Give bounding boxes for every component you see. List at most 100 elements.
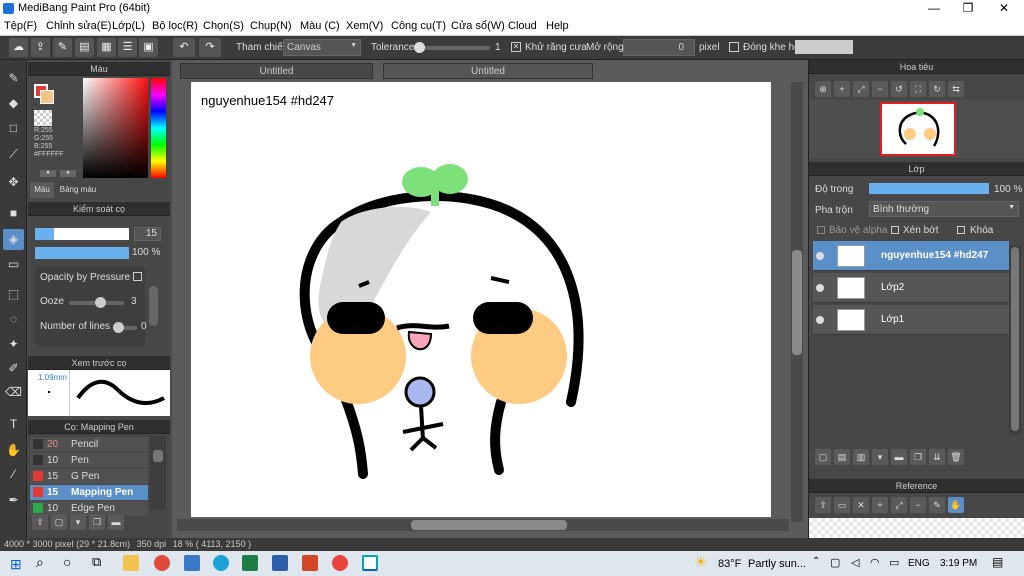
task-view-icon[interactable]: ⧉ [92, 554, 101, 570]
layer-folder-icon[interactable]: ▬ [891, 449, 907, 465]
brush-cloud-icon[interactable]: ⇧ [32, 514, 48, 530]
cortana-icon[interactable]: ○ [63, 554, 71, 570]
language-indicator[interactable]: ENG [908, 558, 930, 569]
brush-list-item[interactable]: 20 Pencil [30, 437, 148, 452]
grid-icon[interactable]: ▦ [97, 38, 116, 57]
zoom-out-icon[interactable]: − [872, 81, 888, 97]
menu-cloud[interactable]: Cloud [508, 20, 537, 32]
select-eraser-tool-icon[interactable]: ⌫ [3, 382, 24, 403]
zoom-actual-icon[interactable]: ⤢ [853, 81, 869, 97]
antialias-checkbox[interactable]: ✕ [511, 42, 521, 52]
fill-rect-tool-icon[interactable]: ■ [3, 203, 24, 224]
tab-color[interactable]: Màu [30, 182, 54, 198]
file-explorer-icon[interactable] [123, 555, 139, 571]
brush-list-item[interactable]: 15 G Pen [30, 469, 148, 484]
notification-icon[interactable]: ▤ [992, 555, 1003, 569]
pen-tool-icon[interactable]: ✒ [3, 490, 24, 511]
brush-list-scrollbar[interactable] [150, 436, 166, 510]
delete-layer-icon[interactable]: 🗑 [948, 449, 964, 465]
tolerance-slider[interactable] [414, 42, 490, 53]
brush-size-value[interactable]: 15 [134, 227, 161, 241]
reference-eyedropper-icon[interactable]: ✎ [929, 497, 945, 513]
menu-tools[interactable]: Công cụ(T) [391, 20, 446, 32]
menu-file[interactable]: Tệp(F) [4, 20, 37, 32]
transparent-swatch[interactable] [34, 110, 52, 126]
new-layer-icon[interactable]: ▢ [815, 449, 831, 465]
menu-edit[interactable]: Chỉnh sửa(E) [46, 20, 111, 32]
ooze-slider[interactable] [69, 297, 124, 308]
lock-checkbox[interactable] [957, 226, 965, 234]
gap-checkbox[interactable] [729, 42, 739, 52]
saturation-value-picker[interactable] [83, 78, 148, 178]
brush-list-item[interactable]: 15 Mapping Pen [30, 485, 148, 500]
start-icon[interactable]: ⊞ [10, 556, 22, 573]
volume-icon[interactable]: ◁ [851, 556, 859, 569]
menu-view[interactable]: Xem(V) [346, 20, 383, 32]
vertical-scroll-thumb[interactable] [792, 250, 802, 355]
canvas-paper[interactable]: nguyenhue154 #hd247 [191, 82, 771, 517]
share-icon[interactable]: ⇪ [31, 38, 50, 57]
layer-opacity-bar[interactable] [869, 183, 989, 194]
rotate-right-icon[interactable]: ↻ [929, 81, 945, 97]
eye-icon[interactable] [816, 316, 824, 324]
reference-hand-icon[interactable]: ✋ [948, 497, 964, 513]
lines-slider[interactable] [113, 322, 137, 333]
powerpoint-icon[interactable] [302, 555, 318, 571]
brush-opacity-bar[interactable] [35, 247, 129, 259]
add-layer-menu-icon[interactable]: ▾ [872, 449, 888, 465]
layer-row[interactable]: Lớp1 [813, 305, 1009, 335]
eye-icon[interactable] [816, 284, 824, 292]
tray-up-icon[interactable]: ⌃ [812, 556, 820, 567]
network-icon[interactable]: ▢ [830, 556, 840, 569]
edge-icon[interactable] [213, 555, 229, 571]
eyedropper-icon[interactable]: ● [60, 170, 76, 177]
rotate-left-icon[interactable]: ↺ [891, 81, 907, 97]
bucket-tool-icon[interactable]: ◈ [3, 229, 24, 250]
comment-icon[interactable]: ✎ [53, 38, 72, 57]
merge-layer-icon[interactable]: ⇊ [929, 449, 945, 465]
flip-icon[interactable]: ⇆ [948, 81, 964, 97]
rectangle-tool-icon[interactable]: □ [3, 118, 24, 139]
brush-tool-icon[interactable]: ✎ [3, 68, 24, 89]
gradient-tool-icon[interactable]: ▭ [3, 254, 24, 275]
close-button[interactable]: ✕ [986, 0, 1022, 17]
reference-fit-icon[interactable]: ⤢ [891, 497, 907, 513]
cloud-icon[interactable]: ☁ [9, 38, 28, 57]
monitor-icon[interactable] [184, 555, 200, 571]
navigator-preview[interactable] [809, 100, 1024, 158]
brush-add-icon[interactable]: ▾ [70, 514, 86, 530]
text-tool-icon[interactable]: T [3, 414, 24, 435]
duplicate-layer-icon[interactable]: ❐ [910, 449, 926, 465]
select-pen-tool-icon[interactable]: ✐ [3, 358, 24, 379]
fit-screen-icon[interactable]: ⛶ [910, 81, 926, 97]
hue-slider[interactable] [151, 78, 166, 178]
layer-list-scrollbar[interactable] [1009, 245, 1021, 435]
lines-slider-handle[interactable] [113, 322, 124, 333]
menu-help[interactable]: Help [546, 20, 569, 32]
select-tool-icon[interactable]: ⬚ [3, 284, 24, 305]
reference-close-icon[interactable]: ✕ [853, 497, 869, 513]
sub-color-swatch[interactable] [40, 90, 54, 104]
hand-tool-icon[interactable]: ✋ [3, 440, 24, 461]
reference-zoom-in-icon[interactable]: + [872, 497, 888, 513]
maximize-button[interactable]: ❐ [950, 0, 986, 17]
expand-input[interactable]: 0 [623, 39, 695, 56]
menu-layer[interactable]: Lớp(L) [112, 20, 145, 32]
vertical-scrollbar[interactable] [791, 82, 803, 522]
brush-list-item[interactable]: 10 Pen [30, 453, 148, 468]
menu-filter[interactable]: Bộ lọc(R) [152, 20, 198, 32]
brush-copy-icon[interactable]: ❐ [89, 514, 105, 530]
list-icon[interactable]: ☰ [118, 38, 137, 57]
redo-icon[interactable]: ↷ [199, 38, 221, 57]
eye-icon[interactable] [816, 252, 824, 260]
menu-window[interactable]: Cửa sổ(W) [451, 20, 505, 32]
menu-select[interactable]: Chọn(S) [203, 20, 244, 32]
reference-upload-icon[interactable]: ⇧ [815, 497, 831, 513]
tab-palette[interactable]: Bảng màu [56, 182, 100, 198]
brush-list-scroll-thumb[interactable] [153, 450, 163, 462]
magic-wand-tool-icon[interactable]: ✦ [3, 334, 24, 355]
wifi-icon[interactable]: ◠ [870, 556, 880, 569]
protect-alpha-checkbox[interactable] [817, 226, 825, 234]
brush-new-icon[interactable]: ▢ [51, 514, 67, 530]
menu-color[interactable]: Màu (C) [300, 20, 340, 32]
